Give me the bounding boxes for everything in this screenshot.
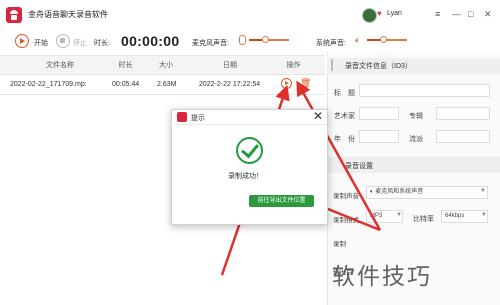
system-volume-label: 系统声音: bbox=[316, 40, 346, 47]
album-field-label: 专辑 bbox=[409, 113, 423, 120]
system-volume-slider[interactable] bbox=[367, 39, 407, 41]
delete-icon[interactable]: 🗑︎ bbox=[300, 78, 311, 88]
format-label: 录制格式 bbox=[333, 217, 359, 224]
dialog-message: 录制成功！ bbox=[228, 173, 263, 180]
chevron-down-icon[interactable]: ▼ bbox=[481, 212, 487, 218]
title-input[interactable] bbox=[359, 84, 490, 97]
column-header-name: 文件名称 bbox=[46, 62, 74, 69]
column-header-duration: 时长 bbox=[118, 62, 133, 69]
mic-volume-knob[interactable] bbox=[262, 36, 269, 43]
settings-section-title: 录音设置 bbox=[345, 163, 373, 170]
success-dialog bbox=[171, 109, 328, 225]
title-field-label: 标 题 bbox=[334, 90, 355, 97]
open-export-location-button[interactable]: 前往导出文件位置 bbox=[249, 195, 314, 207]
user-avatar[interactable] bbox=[362, 8, 377, 23]
record-timer: 00:00:00 bbox=[121, 33, 180, 49]
dialog-close-icon[interactable]: ✕ bbox=[313, 109, 323, 123]
start-record-icon[interactable] bbox=[15, 34, 29, 48]
section-marker bbox=[331, 59, 333, 71]
artist-input[interactable] bbox=[359, 107, 399, 120]
column-header-size: 大小 bbox=[159, 62, 173, 69]
album-input[interactable] bbox=[436, 107, 490, 120]
file-size-cell: 2.63M bbox=[157, 81, 177, 88]
app-logo-icon bbox=[6, 7, 22, 23]
vip-heart-icon: ♥ bbox=[377, 9, 382, 18]
artist-field-label: 艺术家 bbox=[334, 113, 355, 120]
mic-volume-slider[interactable] bbox=[249, 39, 289, 41]
file-date-cell: 2022-2-22 17:22:54 bbox=[199, 81, 261, 88]
menu-icon[interactable]: ≡ bbox=[435, 9, 440, 19]
chevron-down-icon[interactable]: ▼ bbox=[396, 212, 402, 218]
success-check-icon bbox=[236, 137, 263, 164]
device-value: 麦克风和系统声音 bbox=[375, 189, 424, 195]
extra-setting-label: 录制 bbox=[333, 241, 346, 248]
file-duration-cell: 00:05:44 bbox=[112, 81, 140, 88]
maximize-button[interactable]: □ bbox=[468, 9, 473, 19]
row-divider bbox=[0, 94, 325, 95]
format-value: MP3 bbox=[370, 213, 383, 219]
user-name[interactable]: Lyan bbox=[387, 10, 402, 17]
mic-volume-label: 麦克风声音: bbox=[192, 40, 229, 47]
stop-record-icon[interactable] bbox=[56, 34, 70, 48]
minimize-button[interactable]: — bbox=[452, 9, 461, 19]
watermark-text: 软件技巧 bbox=[332, 263, 432, 289]
column-header-date: 日期 bbox=[223, 62, 237, 69]
genre-field-label: 流派 bbox=[409, 136, 423, 143]
column-header-actions: 操作 bbox=[286, 62, 301, 69]
start-label[interactable]: 开始 bbox=[34, 38, 48, 48]
app-title: 金舟语音聊天录音软件 bbox=[28, 10, 108, 19]
id3-section-title: 录音文件信息（ID3） bbox=[345, 63, 412, 70]
genre-input[interactable] bbox=[436, 130, 490, 143]
device-select[interactable]: 🔈︎ 麦克风和系统声音 bbox=[366, 186, 488, 199]
year-field-label: 年 份 bbox=[334, 136, 355, 143]
close-button[interactable]: ✕ bbox=[484, 9, 492, 19]
device-label: 录制声音 bbox=[333, 193, 359, 200]
play-icon[interactable] bbox=[281, 78, 292, 89]
file-name-cell[interactable]: 2022-02-22_171709.mp: bbox=[10, 81, 87, 88]
bitrate-label: 比特率 bbox=[413, 216, 434, 223]
bitrate-value: 64kbps bbox=[445, 213, 465, 219]
system-volume-knob[interactable] bbox=[380, 36, 387, 43]
microphone-icon bbox=[239, 35, 246, 45]
dialog-logo-icon bbox=[177, 112, 187, 122]
year-input[interactable] bbox=[359, 130, 399, 143]
duration-label: 时长: bbox=[94, 40, 110, 47]
chevron-down-icon[interactable]: ▼ bbox=[480, 188, 486, 194]
speaker-icon: 🔈︎ bbox=[355, 35, 361, 45]
dialog-title: 提示 bbox=[191, 115, 205, 122]
stop-label[interactable]: 停止 bbox=[73, 38, 87, 48]
